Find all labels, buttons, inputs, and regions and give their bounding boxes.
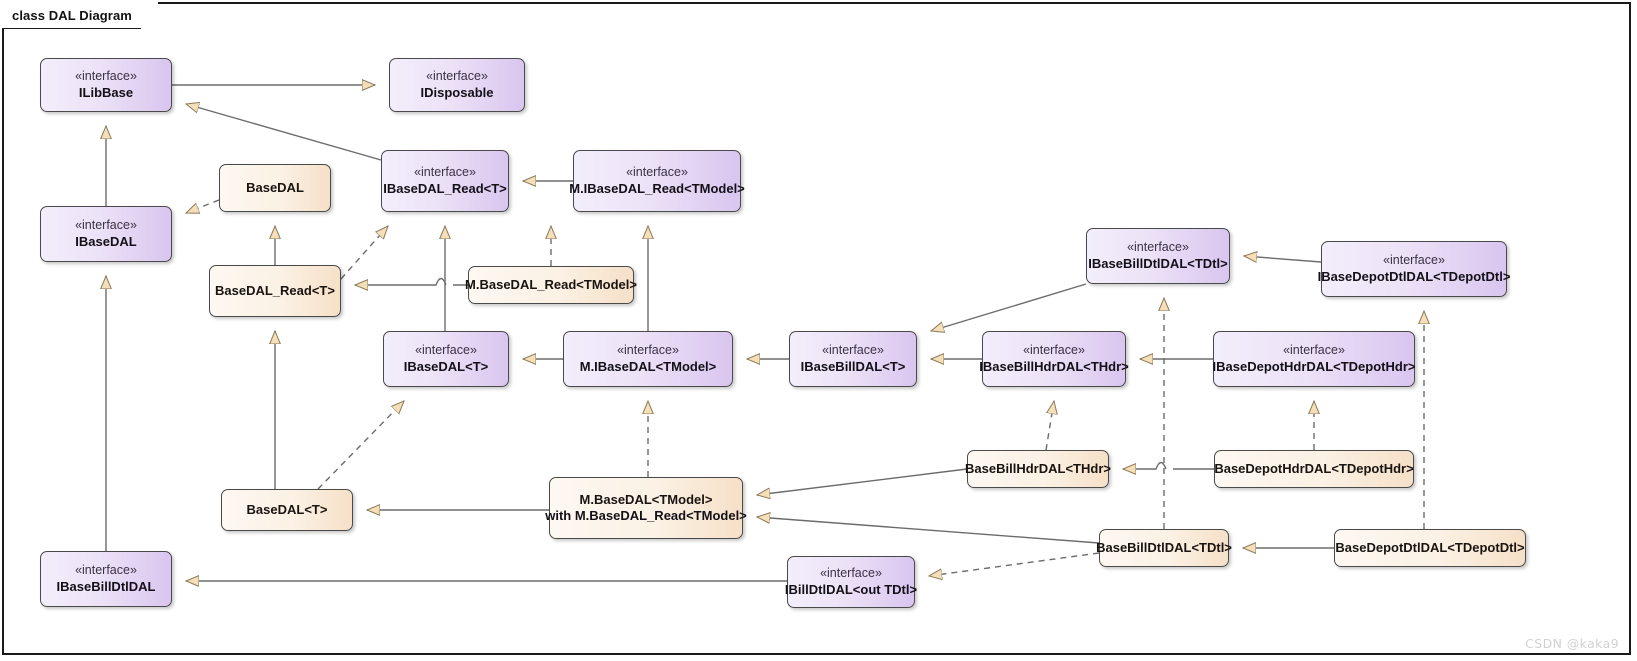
node-basedal[interactable]: BaseDAL [219,164,331,212]
node-ibasedal[interactable]: «interface» IBaseDAL [40,206,172,262]
node-basebilldtldal-tdtl[interactable]: BaseBillDtlDAL<TDtl> [1096,529,1232,567]
node-ilibbase[interactable]: «interface» ILibBase [40,58,172,112]
stereotype-label: «interface» [75,69,137,84]
node-m-basedal-tmodel[interactable]: M.BaseDAL<TModel> with M.BaseDAL_Read<TM… [545,477,747,539]
node-name: IBaseDAL<T> [403,358,489,374]
stereotype-label: «interface» [626,165,688,180]
node-name: IBaseDAL [75,233,137,249]
node-ibasedepotdtldal-tdepotdtl[interactable]: «interface» IBaseDepotDtlDAL<TDepotDtl> [1318,241,1510,297]
node-name-line2: with M.BaseDAL_Read<TModel> [545,508,747,523]
stereotype-label: «interface» [1127,240,1189,255]
node-name: BaseDepotHdrDAL<TDepotHdr> [1214,461,1414,477]
node-name: M.IBaseDAL<TModel> [579,358,717,374]
stereotype-label: «interface» [1023,343,1085,358]
stereotype-label: «interface» [617,343,679,358]
watermark-label: CSDN @kaka9 [1525,636,1619,651]
node-name: BaseDAL [246,180,304,196]
node-name: IBaseBillDtlDAL [56,578,156,594]
node-ibasebilldal-t[interactable]: «interface» IBaseBillDAL<T> [789,331,917,387]
node-name: IDisposable [420,84,494,100]
node-name: IBaseDepotDtlDAL<TDepotDtl> [1317,268,1511,284]
node-m-ibasedal-read-tmodel[interactable]: «interface» M.IBaseDAL_Read<TModel> [569,150,745,212]
node-name: ILibBase [78,84,134,100]
stereotype-label: «interface» [75,218,137,233]
stereotype-label: «interface» [415,343,477,358]
node-name: BaseDAL<T> [246,502,328,518]
stereotype-label: «interface» [1383,253,1445,268]
node-name: IBillDtlDAL<out TDtl> [784,581,918,597]
node-basedepotdtldal-tdepotdtl[interactable]: BaseDepotDtlDAL<TDepotDtl> [1334,529,1526,567]
node-ibasedal-t[interactable]: «interface» IBaseDAL<T> [383,331,509,387]
node-basedal-read-t[interactable]: BaseDAL_Read<T> [209,265,341,317]
node-basedepothdrdal-tdepothdr[interactable]: BaseDepotHdrDAL<TDepotHdr> [1214,450,1414,488]
stereotype-label: «interface» [414,165,476,180]
uml-class-diagram-canvas: class DAL Diagram «interface» ILibBase «… [0,0,1637,661]
node-name: IBaseBillHdrDAL<THdr> [979,358,1129,374]
node-ibasedal-read-t[interactable]: «interface» IBaseDAL_Read<T> [381,150,509,212]
node-ibasedepothdrdal-tdepothdr[interactable]: «interface» IBaseDepotHdrDAL<TDepotHdr> [1213,331,1415,387]
node-name: IBaseBillDAL<T> [800,358,906,374]
node-basebillhdrdal-thdr[interactable]: BaseBillHdrDAL<THdr> [965,450,1111,488]
node-idisposable[interactable]: «interface» IDisposable [389,58,525,112]
node-basedal-t[interactable]: BaseDAL<T> [221,489,353,531]
node-name: BaseBillHdrDAL<THdr> [965,461,1111,477]
node-ibilldtldal-out-tdtl[interactable]: «interface» IBillDtlDAL<out TDtl> [784,556,918,608]
node-name: IBaseBillDtlDAL<TDtl> [1088,255,1228,271]
node-name: IBaseDAL_Read<T> [383,180,507,196]
node-ibasebilldtldal[interactable]: «interface» IBaseBillDtlDAL [40,551,172,607]
stereotype-label: «interface» [426,69,488,84]
stereotype-label: «interface» [1283,343,1345,358]
diagram-title-tab: class DAL Diagram [2,2,158,28]
node-name: M.BaseDAL_Read<TModel> [465,277,637,293]
node-name: M.IBaseDAL_Read<TModel> [569,180,745,196]
node-name: BaseBillDtlDAL<TDtl> [1096,540,1232,556]
stereotype-label: «interface» [822,343,884,358]
node-name: IBaseDepotHdrDAL<TDepotHdr> [1212,358,1416,374]
node-name: M.BaseDAL<TModel> [579,492,713,508]
node-m-basedal-read-tmodel[interactable]: M.BaseDAL_Read<TModel> [465,266,637,304]
stereotype-label: «interface» [75,563,137,578]
node-m-ibasedal-tmodel[interactable]: «interface» M.IBaseDAL<TModel> [563,331,733,387]
diagram-title: class DAL Diagram [12,7,132,23]
node-name: BaseDepotDtlDAL<TDepotDtl> [1335,540,1525,556]
node-name: BaseDAL_Read<T> [215,283,335,299]
stereotype-label: «interface» [820,566,882,581]
node-ibasebilldtldal-tdtl[interactable]: «interface» IBaseBillDtlDAL<TDtl> [1086,228,1230,284]
node-ibasebillhdrdal-thdr[interactable]: «interface» IBaseBillHdrDAL<THdr> [979,331,1129,387]
